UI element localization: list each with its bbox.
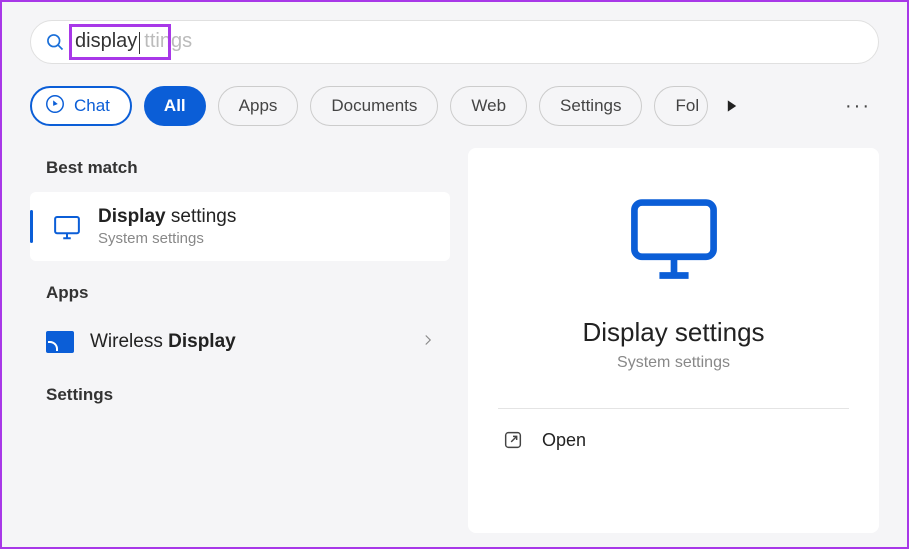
best-match-result[interactable]: Display settings System settings: [30, 192, 450, 261]
open-label: Open: [542, 430, 586, 451]
chevron-right-icon: [422, 333, 434, 351]
filter-documents[interactable]: Documents: [310, 86, 438, 126]
result-text: Display settings System settings: [98, 206, 236, 247]
section-best-match: Best match: [46, 158, 450, 178]
cast-icon: [46, 331, 74, 353]
section-apps: Apps: [46, 283, 450, 303]
app-result-wireless-display[interactable]: Wireless Display: [30, 317, 450, 367]
filter-all[interactable]: All: [144, 86, 206, 126]
open-action[interactable]: Open: [498, 409, 849, 471]
preview-subtitle: System settings: [617, 354, 730, 372]
results-list: Best match Display settings System setti…: [30, 148, 450, 533]
search-bar[interactable]: display ttings: [30, 20, 879, 64]
bing-chat-icon: [44, 93, 66, 120]
search-input[interactable]: display ttings: [75, 30, 864, 54]
search-icon: [45, 32, 65, 52]
results-area: Best match Display settings System setti…: [30, 148, 879, 533]
filter-apps[interactable]: Apps: [218, 86, 299, 126]
start-search-panel: display ttings Chat All Apps Documents We…: [0, 0, 909, 549]
scroll-right-icon[interactable]: [720, 99, 744, 113]
search-typed-text: display: [75, 30, 137, 52]
filter-web[interactable]: Web: [450, 86, 527, 126]
chat-label: Chat: [74, 96, 110, 116]
more-options-button[interactable]: ···: [837, 87, 879, 126]
monitor-icon: [52, 212, 82, 242]
open-external-icon: [502, 429, 524, 451]
section-settings: Settings: [46, 385, 450, 405]
monitor-icon-large: [619, 188, 729, 293]
search-ghost-text: ttings: [144, 30, 192, 52]
preview-title: Display settings: [582, 317, 764, 348]
preview-pane: Display settings System settings Open: [468, 148, 879, 533]
filter-folders[interactable]: Fol: [654, 86, 708, 126]
filter-settings[interactable]: Settings: [539, 86, 642, 126]
text-caret: [139, 32, 140, 54]
chat-chip[interactable]: Chat: [30, 86, 132, 126]
filter-row: Chat All Apps Documents Web Settings Fol…: [30, 86, 879, 126]
